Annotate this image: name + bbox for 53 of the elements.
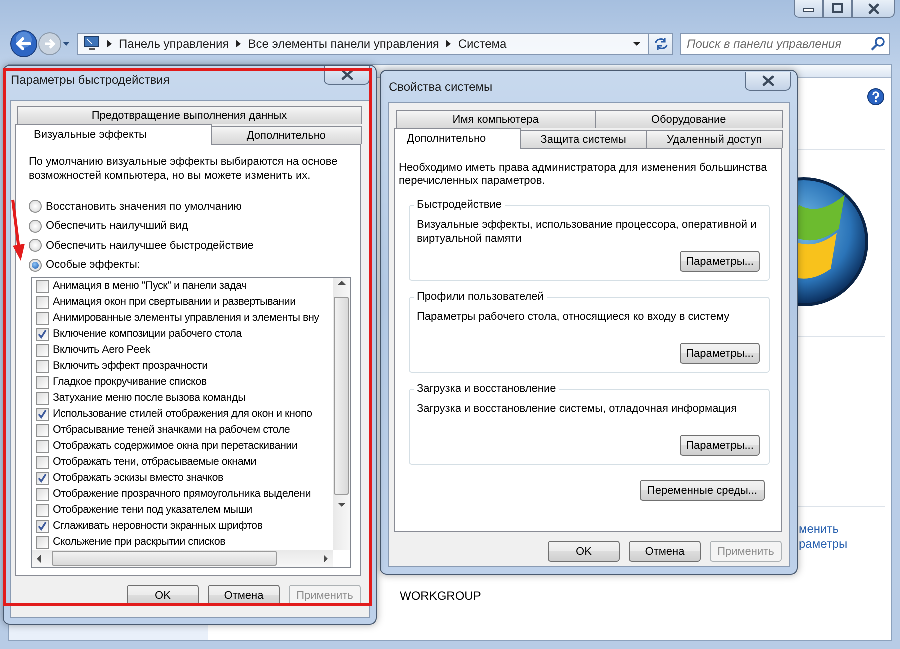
effect-label: Гладкое прокручивание списков <box>53 376 207 388</box>
effect-label: Включить Aero Peek <box>53 344 150 356</box>
radio-option[interactable]: Обеспечить наилучший вид <box>29 216 350 236</box>
group-description: Визуальные эффекты, использование процессора, оперативной и виртуальной памяти <box>417 218 758 246</box>
effect-label: Отображать тени, отбрасываемые окнами <box>53 456 257 468</box>
effect-label: Сглаживать неровности экранных шрифтов <box>53 520 263 532</box>
workgroup-name: WORKGROUP <box>400 589 482 603</box>
group-title: Загрузка и восстановление <box>414 382 560 396</box>
tab[interactable]: Оборудование <box>594 110 784 128</box>
description-text: По умолчанию визуальные эффекты выбираются на основе возможностей компьютера, но вы можете изменить их. <box>29 155 339 183</box>
effect-label: Отображение тени под указателем мыши <box>53 504 252 516</box>
effect-label: Использование стилей отображения для окон и кнопо <box>53 408 312 420</box>
link[interactable]: раметры <box>799 537 891 552</box>
search-field[interactable]: Поиск в панели управления <box>680 32 890 54</box>
breadcrumb-item[interactable]: Панель управления <box>119 36 230 50</box>
effect-label: Включить эффект прозрачности <box>53 360 208 372</box>
effect-label: Затухание меню после вызова команды <box>53 392 246 404</box>
effect-label: Анимация окон при свертывании и развертывании <box>53 296 296 308</box>
effect-label: Отображение прозрачного прямоугольника выделени <box>53 488 312 500</box>
settings-button[interactable]: Параметры... <box>680 343 760 364</box>
group-description: Загрузка и восстановление системы, отладочная информация <box>417 402 738 416</box>
tab[interactable]: Имя компьютера <box>396 110 596 128</box>
tab[interactable]: Удаленный доступ <box>646 130 784 148</box>
effect-label: Отбрасывание теней значками на рабочем столе <box>53 424 290 436</box>
radio-option[interactable]: Обеспечить наилучшее быстродействие <box>29 236 350 256</box>
tab[interactable]: Защита системы <box>520 130 648 148</box>
link[interactable]: менить <box>799 522 891 537</box>
address-bar[interactable]: Панель управления Все элементы панели управления Система <box>77 32 649 54</box>
settings-button[interactable]: Параметры... <box>680 435 760 456</box>
group-title: Профили пользователей <box>414 290 547 304</box>
tab[interactable]: Предотвращение выполнения данных <box>17 106 362 124</box>
effect-label: Отображать содержимое окна при перетаскивании <box>53 440 298 452</box>
dialog-title: Свойства системы <box>389 80 493 94</box>
breadcrumb-item[interactable]: Все элементы панели управления <box>248 36 440 50</box>
radio-option[interactable]: Особые эффекты: <box>29 256 350 275</box>
radio-option[interactable]: Восстановить значения по умолчанию <box>29 197 350 216</box>
tab[interactable]: Дополнительно <box>394 128 521 149</box>
effect-label: Анимация в меню "Пуск" и панели задач <box>53 280 247 292</box>
breadcrumb-item[interactable]: Система <box>458 36 507 50</box>
effect-label: Отображать эскизы вместо значков <box>53 472 224 484</box>
group-title: Быстродействие <box>414 198 505 212</box>
effect-label: Скольжение при раскрытии списков <box>53 536 226 548</box>
notice-text: Необходимо иметь права администратора для изменения большинства перечисленных параметров. <box>399 162 768 188</box>
dialog-button[interactable]: Отмена <box>629 541 701 562</box>
group-description: Параметры рабочего стола, относящиеся ко входу в систему <box>417 310 731 324</box>
tab[interactable]: Дополнительно <box>210 126 362 144</box>
tab[interactable]: Визуальные эффекты <box>15 124 212 145</box>
effect-label: Анимированные элементы управления и элементы вну <box>53 312 320 324</box>
effect-label: Включение композиции рабочего стола <box>53 328 242 340</box>
environment-variables-button[interactable]: Переменные среды... <box>640 480 765 501</box>
dialog-button[interactable]: OK <box>548 541 620 562</box>
settings-button[interactable]: Параметры... <box>680 251 760 272</box>
dialog-title: Параметры быстродействия <box>11 73 170 87</box>
